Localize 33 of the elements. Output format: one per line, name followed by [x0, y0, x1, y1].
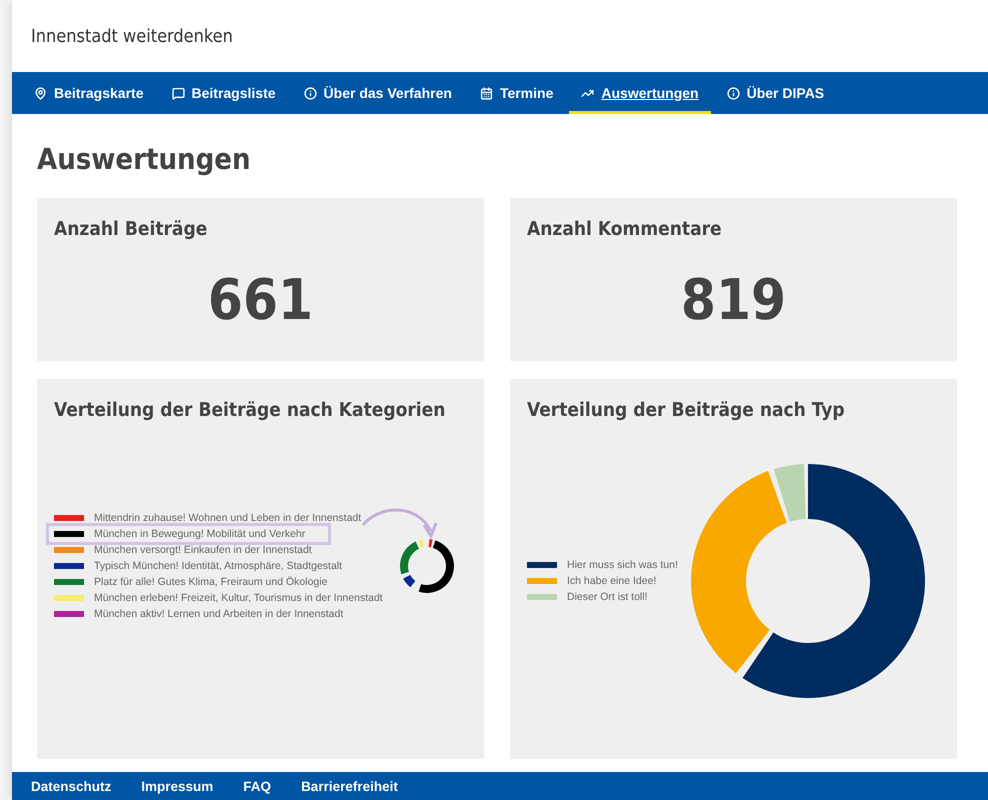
legend-label: Hier muss sich was tun!	[567, 559, 678, 571]
site-title: Innenstadt weiterdenken	[31, 26, 233, 46]
card-title: Verteilung der Beiträge nach Typ	[527, 399, 846, 421]
nav-tab[interactable]: Auswertungen	[569, 72, 711, 114]
legend-label: Typisch München! Identität, Atmosphäre, Stadtgestalt	[94, 560, 342, 572]
legend-label: München versorgt! Einkaufen in der Innenstadt	[94, 544, 312, 556]
footer-link[interactable]: Barrierefreiheit	[301, 778, 398, 794]
footer-link[interactable]: Impressum	[141, 778, 214, 794]
legend-label: München erleben! Freizeit, Kultur, Tourismus in der Innenstadt	[94, 592, 383, 604]
legend-label: München aktiv! Lernen und Arbeiten in der Innenstadt	[94, 608, 344, 620]
nav-tab[interactable]: Über DIPAS	[714, 72, 836, 114]
footer-link[interactable]: Datenschutz	[31, 778, 112, 794]
calendar-icon	[480, 86, 493, 100]
stat-value: 661	[206, 268, 314, 333]
legend-label: Platz für alle! Gutes Klima, Freiraum und Ökologie	[94, 576, 328, 588]
nav-tab[interactable]: Termine	[468, 72, 566, 114]
nav-tab[interactable]: Beitragsliste	[160, 72, 288, 114]
legend-label: Dieser Ort ist toll!	[567, 591, 648, 603]
legend-label: München in Bewegung! Mobilität und Verkehr	[94, 528, 306, 540]
legend-label: Ich habe eine Idee!	[567, 575, 656, 587]
footer-link[interactable]: FAQ	[243, 778, 272, 794]
nav-tab[interactable]: Über das Verfahren	[292, 72, 464, 114]
card-title: Verteilung der Beiträge nach Kategorien	[54, 399, 446, 421]
chat-icon	[172, 86, 184, 100]
nav-tab[interactable]: Beitragskarte	[22, 72, 156, 114]
stat-value: 819	[680, 268, 788, 333]
card-title: Anzahl Beiträge	[54, 218, 208, 240]
legend-label: Mittendrin zuhause! Wohnen und Leben in der Innenstadt	[94, 512, 362, 524]
pin-icon	[34, 86, 47, 100]
info-icon	[726, 86, 740, 100]
info-icon	[304, 86, 317, 100]
card-title: Anzahl Kommentare	[527, 218, 723, 240]
page-heading: Auswertungen	[37, 142, 252, 176]
